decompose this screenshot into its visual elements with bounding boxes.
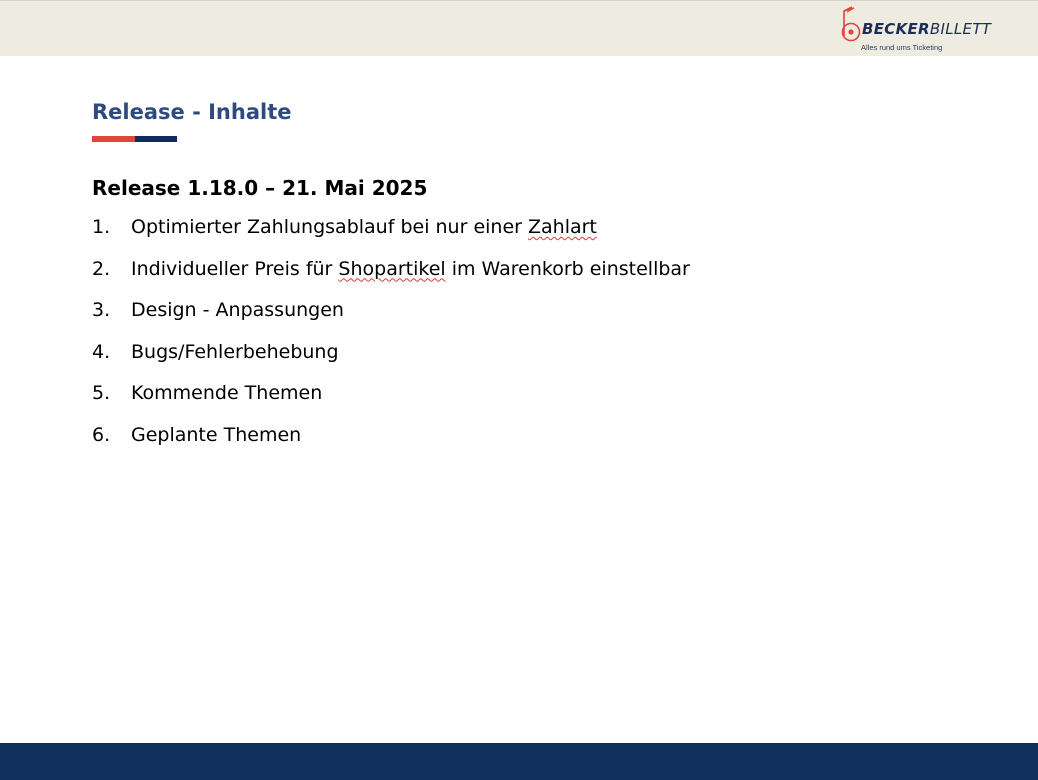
logo-six-mark-icon <box>841 6 861 42</box>
agenda-item-text: Individueller Preis für Shopartikel im W… <box>131 258 690 280</box>
logo-wordmark: BECKERBILLETT <box>862 20 991 38</box>
agenda-item-text: Kommende Themen <box>131 382 322 404</box>
agenda-item-number: 6. <box>92 423 111 446</box>
agenda-text-segment: im Warenkorb einstellbar <box>445 257 690 280</box>
agenda-text-segment: Design - Anpassungen <box>131 299 344 322</box>
title-underline-red <box>92 136 135 142</box>
agenda-item-text: Design - Anpassungen <box>131 299 344 321</box>
title-underline <box>92 136 177 142</box>
footer-band <box>0 743 1038 780</box>
agenda-item-number: 4. <box>92 340 111 363</box>
agenda-item-number: 2. <box>92 257 111 280</box>
agenda-text-segment: Kommende Themen <box>131 382 323 405</box>
release-heading: Release 1.18.0 – 21. Mai 2025 <box>92 176 428 200</box>
agenda-text-segment: Optimierter Zahlungsablauf bei nur einer <box>131 216 528 238</box>
becker-billett-logo: BECKERBILLETT Alles rund ums Ticketing <box>838 6 998 54</box>
logo-word-becker: BECKER <box>862 20 930 38</box>
agenda-text-segment: Geplante Themen <box>131 423 302 446</box>
agenda-item-text: Geplante Themen <box>131 424 301 446</box>
logo-word-billett: BILLETT <box>929 20 992 38</box>
slide-title: Release - Inhalte <box>92 100 292 124</box>
agenda-item-number: 5. <box>92 382 111 405</box>
agenda-item-number: 1. <box>92 216 111 238</box>
title-underline-navy <box>135 136 177 142</box>
header-band: BECKERBILLETT Alles rund ums Ticketing <box>0 0 1038 56</box>
agenda-item-text: Bugs/Fehlerbehebung <box>131 341 339 363</box>
agenda-item-number: 3. <box>92 299 111 322</box>
logo-tagline: Alles rund ums Ticketing <box>861 43 943 52</box>
agenda-text-segment: Bugs/Fehlerbehebung <box>131 340 339 363</box>
agenda-text-segment: Individueller Preis für <box>131 257 339 280</box>
agenda-item-text: Optimierter Zahlungsablauf bei nur einer… <box>131 216 597 238</box>
spellcheck-flagged-word: Zahlart <box>528 216 597 238</box>
spellcheck-flagged-word: Shopartikel <box>338 257 446 280</box>
